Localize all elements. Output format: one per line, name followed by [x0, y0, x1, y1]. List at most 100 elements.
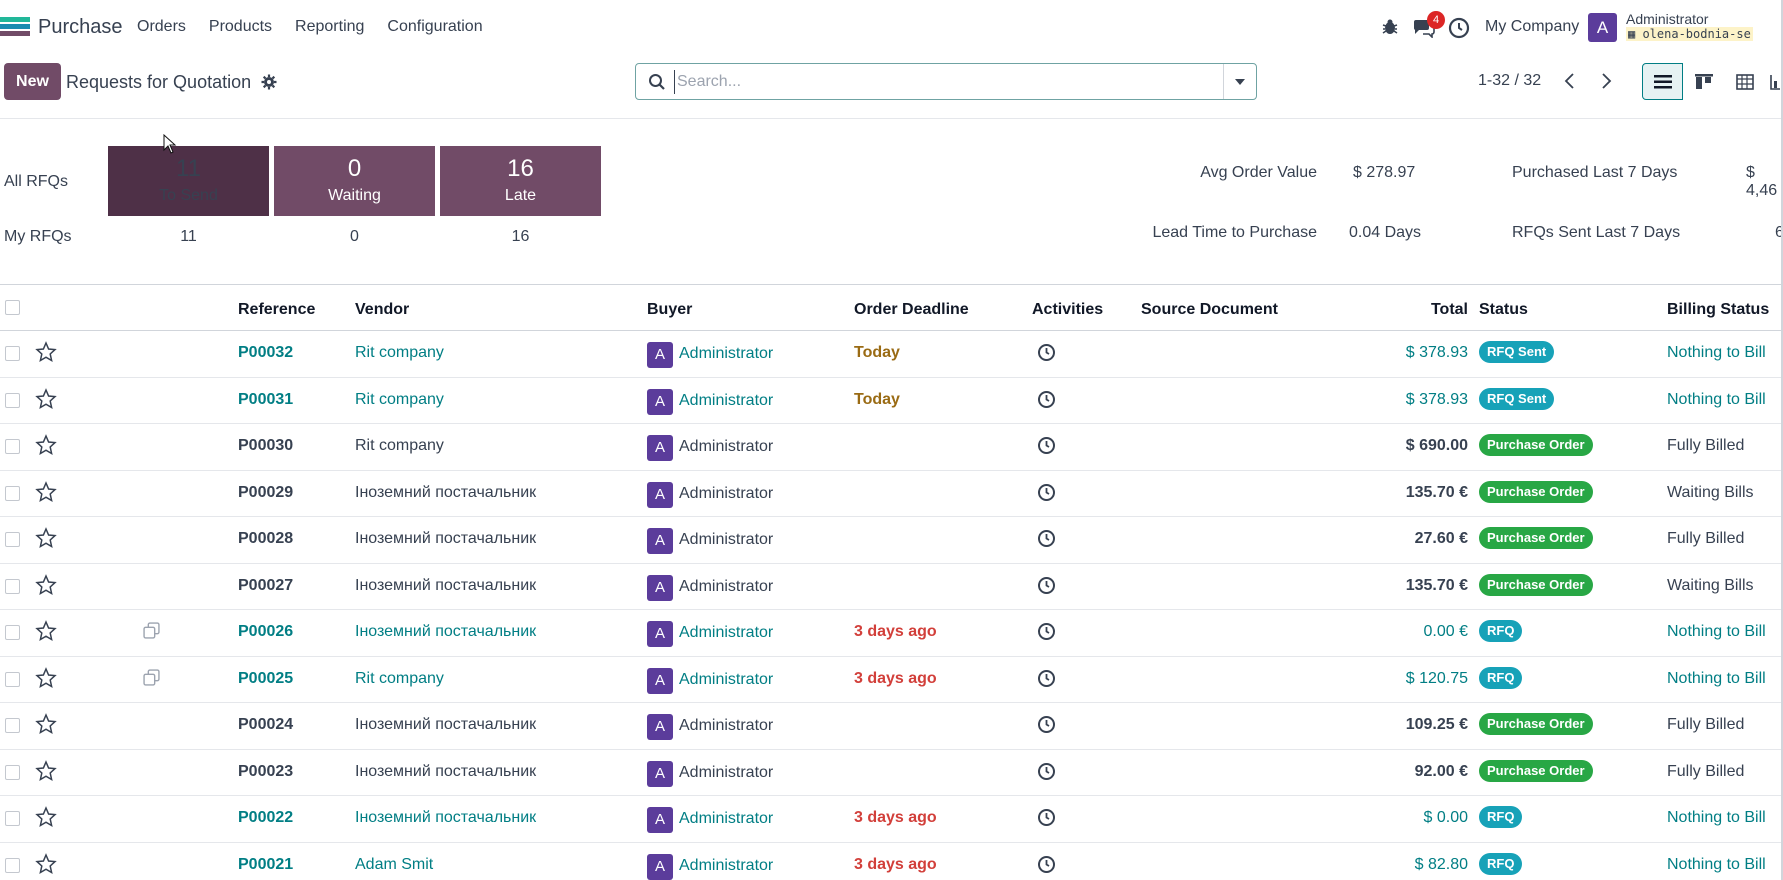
star-icon[interactable]: [35, 527, 57, 549]
table-row[interactable]: P00026 Іноземний постачальник A Administrat…: [0, 610, 1783, 657]
row-checkbox[interactable]: [5, 532, 20, 547]
table-row[interactable]: P00031 Rit company A Administrator Today $ 37…: [0, 378, 1783, 424]
vendor-cell[interactable]: Іноземний постачальник: [355, 623, 536, 641]
activity-clock-icon[interactable]: [1037, 762, 1056, 781]
list-view-button[interactable]: [1642, 63, 1683, 100]
select-all-checkbox[interactable]: [5, 300, 20, 315]
vendor-cell[interactable]: Іноземний постачальник: [355, 530, 536, 548]
buyer-cell[interactable]: Administrator: [679, 857, 773, 875]
activity-clock-icon[interactable]: [1037, 622, 1056, 641]
table-row[interactable]: P00030 Rit company A Administrator $ 690.00 P…: [0, 424, 1783, 471]
activity-clock-icon[interactable]: [1037, 715, 1056, 734]
row-checkbox[interactable]: [5, 718, 20, 733]
debug-bug-icon[interactable]: [1380, 17, 1400, 37]
vendor-cell[interactable]: Іноземний постачальник: [355, 716, 536, 734]
column-vendor[interactable]: Vendor: [355, 301, 409, 319]
row-checkbox[interactable]: [5, 346, 20, 361]
app-name[interactable]: Purchase: [38, 16, 123, 39]
star-icon[interactable]: [35, 434, 57, 456]
star-icon[interactable]: [35, 341, 57, 363]
search-input[interactable]: [674, 70, 1214, 94]
vendor-cell[interactable]: Rit company: [355, 437, 444, 455]
table-row[interactable]: P00029 Іноземний постачальник A Administrat…: [0, 471, 1783, 517]
column-buyer[interactable]: Buyer: [647, 301, 692, 319]
buyer-cell[interactable]: Administrator: [679, 717, 773, 735]
vendor-cell[interactable]: Іноземний постачальник: [355, 809, 536, 827]
my-late-count[interactable]: 16: [440, 228, 601, 246]
buyer-cell[interactable]: Administrator: [679, 810, 773, 828]
table-row[interactable]: P00025 Rit company A Administrator 3 days ag…: [0, 657, 1783, 703]
row-checkbox[interactable]: [5, 578, 20, 594]
chevron-left-icon[interactable]: [1562, 72, 1578, 90]
star-icon[interactable]: [35, 573, 57, 596]
vendor-cell[interactable]: Іноземний постачальник: [355, 577, 536, 595]
activity-clock-icon[interactable]: [1037, 529, 1056, 548]
star-icon[interactable]: [35, 713, 57, 735]
search-options-toggle[interactable]: [1223, 64, 1256, 99]
row-checkbox[interactable]: [5, 811, 20, 826]
star-icon[interactable]: [35, 387, 57, 410]
row-checkbox[interactable]: [5, 392, 20, 408]
menu-configuration[interactable]: Configuration: [387, 18, 482, 36]
row-checkbox[interactable]: [5, 671, 20, 687]
reference-cell[interactable]: P00029: [238, 484, 293, 502]
tile-waiting[interactable]: 0 Waiting: [274, 146, 435, 216]
reference-cell[interactable]: P00023: [238, 763, 293, 781]
activity-clock-icon[interactable]: [1037, 855, 1056, 874]
reference-cell[interactable]: P00022: [238, 809, 293, 827]
table-row[interactable]: P00021 Adam Smit A Administrator 3 days ago $…: [0, 843, 1783, 880]
vendor-cell[interactable]: Rit company: [355, 391, 444, 409]
pager-value[interactable]: 1-32 / 32: [1478, 72, 1541, 90]
buyer-cell[interactable]: Administrator: [679, 531, 773, 549]
star-icon[interactable]: [35, 759, 57, 782]
reference-cell[interactable]: P00025: [238, 670, 293, 688]
menu-orders[interactable]: Orders: [137, 18, 186, 36]
buyer-cell[interactable]: Administrator: [679, 345, 773, 363]
user-name[interactable]: Administrator: [1626, 11, 1708, 27]
buyer-cell[interactable]: Administrator: [679, 624, 773, 642]
reference-cell[interactable]: P00021: [238, 856, 293, 874]
pivot-view-button[interactable]: [1724, 63, 1765, 100]
activity-clock-icon[interactable]: [1037, 343, 1056, 362]
column-billing-status[interactable]: Billing Status: [1667, 301, 1769, 319]
purchase-app-icon[interactable]: [0, 17, 30, 37]
star-icon[interactable]: [35, 852, 57, 875]
table-row[interactable]: P00022 Іноземний постачальник A Administrat…: [0, 796, 1783, 843]
tile-to-send[interactable]: 11 To Send: [108, 146, 269, 216]
reference-cell[interactable]: P00031: [238, 391, 293, 409]
star-icon[interactable]: [35, 806, 57, 828]
vendor-cell[interactable]: Іноземний постачальник: [355, 484, 536, 502]
company-switcher[interactable]: My Company: [1485, 18, 1579, 36]
reference-cell[interactable]: P00027: [238, 577, 293, 595]
star-icon[interactable]: [35, 666, 57, 689]
activity-clock-icon[interactable]: [1037, 483, 1056, 502]
row-checkbox[interactable]: [5, 857, 20, 873]
column-reference[interactable]: Reference: [238, 301, 315, 319]
table-row[interactable]: P00032 Rit company A Administrator Today $ 37…: [0, 331, 1783, 378]
star-icon[interactable]: [35, 620, 57, 642]
column-order-deadline[interactable]: Order Deadline: [854, 301, 969, 319]
tile-late[interactable]: 16 Late: [440, 146, 601, 216]
star-icon[interactable]: [35, 480, 57, 503]
vendor-cell[interactable]: Rit company: [355, 670, 444, 688]
column-total[interactable]: Total: [1420, 301, 1468, 319]
row-checkbox[interactable]: [5, 439, 20, 454]
column-status[interactable]: Status: [1479, 301, 1528, 319]
vendor-cell[interactable]: Adam Smit: [355, 856, 433, 874]
buyer-cell[interactable]: Administrator: [679, 671, 773, 689]
column-activities[interactable]: Activities: [1032, 301, 1103, 319]
reference-cell[interactable]: P00032: [238, 344, 293, 362]
reference-cell[interactable]: P00030: [238, 437, 293, 455]
reference-cell[interactable]: P00028: [238, 530, 293, 548]
activities-clock-icon[interactable]: [1448, 17, 1470, 39]
buyer-cell[interactable]: Administrator: [679, 485, 773, 503]
new-button[interactable]: New: [4, 63, 61, 100]
column-source-document[interactable]: Source Document: [1141, 301, 1278, 319]
my-waiting-count[interactable]: 0: [274, 228, 435, 246]
menu-products[interactable]: Products: [209, 18, 272, 36]
buyer-cell[interactable]: Administrator: [679, 578, 773, 596]
gear-icon[interactable]: [261, 74, 277, 90]
buyer-cell[interactable]: Administrator: [679, 392, 773, 410]
activity-clock-icon[interactable]: [1037, 390, 1056, 409]
chevron-right-icon[interactable]: [1598, 72, 1614, 90]
